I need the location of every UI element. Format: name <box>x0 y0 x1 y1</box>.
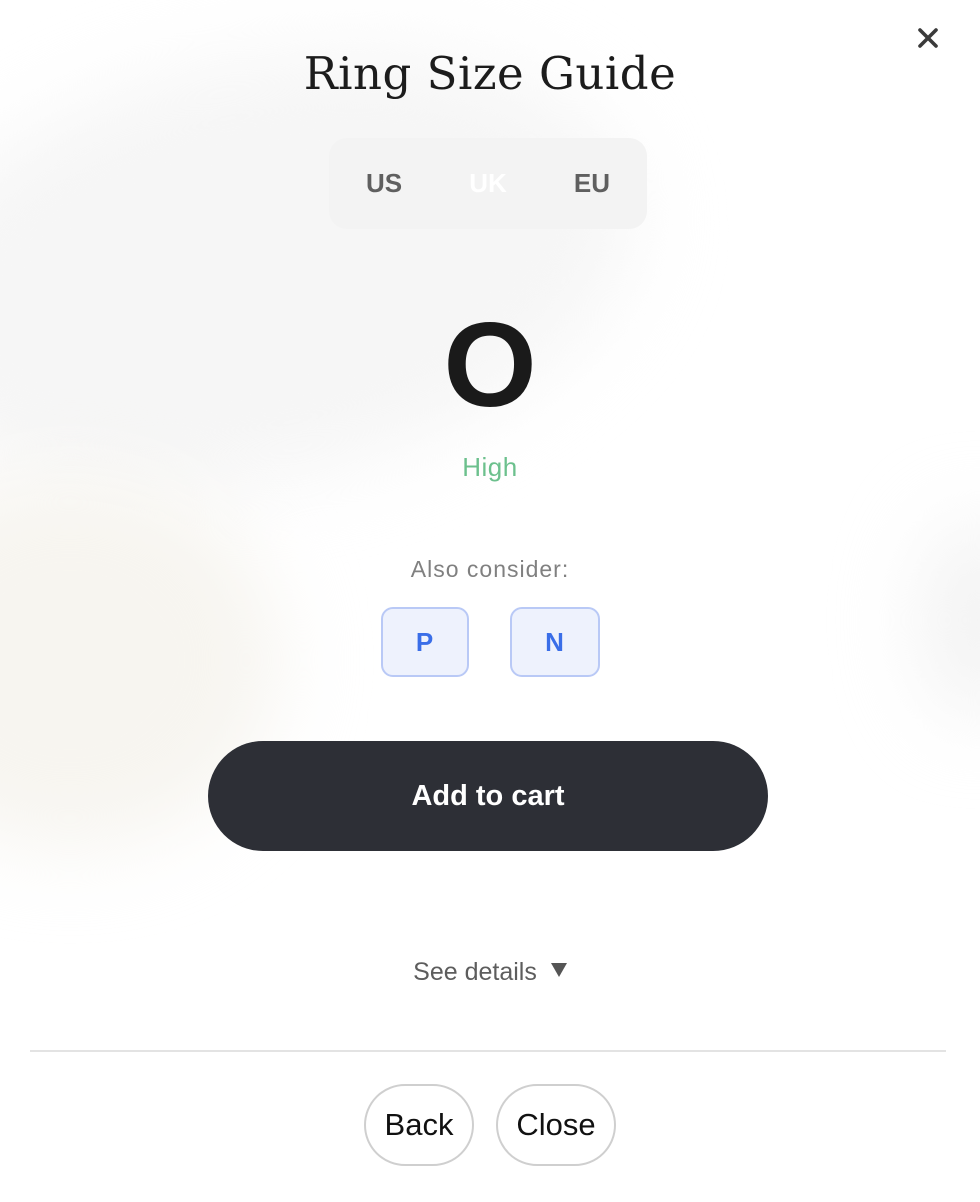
see-details-label: See details <box>413 958 537 986</box>
tab-us[interactable]: US <box>366 162 402 205</box>
confidence-label: High <box>462 452 518 482</box>
see-details-toggle[interactable]: See details <box>0 958 980 987</box>
close-button[interactable]: Close <box>496 1084 616 1166</box>
tab-eu[interactable]: EU <box>574 162 610 205</box>
recommended-size: O <box>443 298 537 432</box>
ring-size-modal: Ring Size Guide US UK EU O High Also con… <box>0 0 980 1202</box>
alt-size-button-p[interactable]: P <box>380 607 469 677</box>
triangle-down-icon <box>550 962 567 977</box>
unit-selector: US UK EU <box>329 138 647 229</box>
modal-content: Ring Size Guide US UK EU O High Also con… <box>0 0 980 1202</box>
also-consider-label: Also consider: <box>410 556 570 582</box>
back-button[interactable]: Back <box>364 1084 474 1166</box>
alternative-sizes: P N <box>0 607 980 677</box>
tab-uk[interactable]: UK <box>469 162 507 205</box>
modal-title: Ring Size Guide <box>303 47 677 100</box>
alt-size-button-n[interactable]: N <box>509 607 600 677</box>
footer-divider <box>30 1050 946 1052</box>
add-to-cart-button[interactable]: Add to cart <box>208 741 768 851</box>
footer-actions: Back Close <box>0 1084 980 1166</box>
